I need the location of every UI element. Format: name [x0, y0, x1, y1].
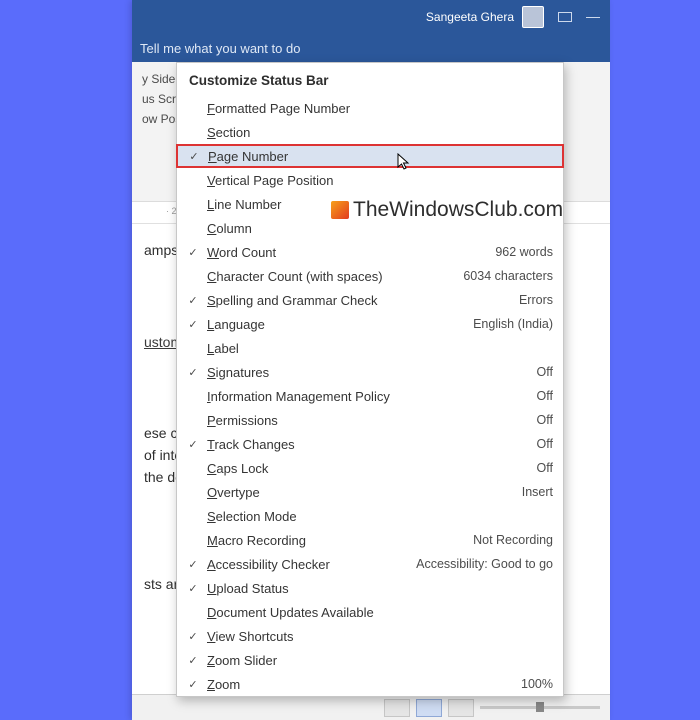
avatar — [522, 6, 544, 28]
watermark: TheWindowsClub.com — [331, 198, 563, 222]
menu-item-label: Overtype — [203, 485, 522, 500]
menu-item-value: Off — [537, 413, 553, 427]
menu-item-label: Label — [203, 341, 553, 356]
check-icon: ✓ — [183, 246, 203, 259]
watermark-icon — [331, 201, 349, 219]
mouse-cursor-icon — [397, 153, 411, 171]
title-bar: Sangeeta Ghera — [132, 0, 610, 34]
menu-item-overtype[interactable]: OvertypeInsert — [177, 480, 563, 504]
menu-item-value: 6034 characters — [463, 269, 553, 283]
menu-item-label[interactable]: Label — [177, 336, 563, 360]
menu-item-accessibility-checker[interactable]: ✓Accessibility CheckerAccessibility: Goo… — [177, 552, 563, 576]
check-icon: ✓ — [183, 678, 203, 691]
menu-item-information-management-policy[interactable]: Information Management PolicyOff — [177, 384, 563, 408]
check-icon: ✓ — [184, 150, 204, 163]
menu-item-label: Vertical Page Position — [203, 173, 553, 188]
menu-item-label: Language — [203, 317, 473, 332]
zoom-slider[interactable] — [480, 706, 600, 709]
menu-item-value: English (India) — [473, 317, 553, 331]
check-icon: ✓ — [183, 630, 203, 643]
menu-item-label: Signatures — [203, 365, 537, 380]
menu-item-label: Zoom Slider — [203, 653, 553, 668]
view-focus-button[interactable] — [384, 699, 410, 717]
menu-item-label: Column — [203, 221, 553, 236]
check-icon: ✓ — [183, 366, 203, 379]
menu-item-value: 100% — [521, 677, 553, 691]
watermark-text: TheWindowsClub.com — [353, 198, 563, 222]
check-icon: ✓ — [183, 438, 203, 451]
menu-item-label: Permissions — [203, 413, 537, 428]
menu-item-language[interactable]: ✓LanguageEnglish (India) — [177, 312, 563, 336]
menu-item-macro-recording[interactable]: Macro RecordingNot Recording — [177, 528, 563, 552]
menu-title: Customize Status Bar — [177, 63, 563, 96]
check-icon: ✓ — [183, 558, 203, 571]
menu-item-label: Information Management Policy — [203, 389, 537, 404]
view-print-layout-button[interactable] — [416, 699, 442, 717]
menu-item-label: Spelling and Grammar Check — [203, 293, 519, 308]
menu-item-signatures[interactable]: ✓SignaturesOff — [177, 360, 563, 384]
menu-item-label: Accessibility Checker — [203, 557, 416, 572]
menu-item-label: View Shortcuts — [203, 629, 553, 644]
menu-item-formatted-page-number[interactable]: Formatted Page Number — [177, 96, 563, 120]
menu-item-caps-lock[interactable]: Caps LockOff — [177, 456, 563, 480]
tell-me-placeholder: Tell me what you want to do — [140, 41, 300, 56]
menu-item-value: Not Recording — [473, 533, 553, 547]
menu-item-value: Off — [537, 389, 553, 403]
menu-item-track-changes[interactable]: ✓Track ChangesOff — [177, 432, 563, 456]
customize-status-bar-menu: Customize Status Bar Formatted Page Numb… — [176, 62, 564, 697]
menu-item-value: Off — [537, 437, 553, 451]
menu-item-label: Page Number — [204, 149, 552, 164]
menu-item-value: Off — [537, 461, 553, 475]
menu-item-value: Off — [537, 365, 553, 379]
menu-item-zoom-slider[interactable]: ✓Zoom Slider — [177, 648, 563, 672]
menu-item-value: Insert — [522, 485, 553, 499]
menu-item-label: Word Count — [203, 245, 495, 260]
menu-item-permissions[interactable]: PermissionsOff — [177, 408, 563, 432]
menu-item-value: Accessibility: Good to go — [416, 557, 553, 571]
view-web-layout-button[interactable] — [448, 699, 474, 717]
minimize-icon[interactable] — [586, 17, 600, 18]
menu-item-label: Character Count (with spaces) — [203, 269, 463, 284]
tell-me-search[interactable]: Tell me what you want to do — [132, 34, 610, 62]
menu-item-value: Errors — [519, 293, 553, 307]
menu-item-label: Upload Status — [203, 581, 553, 596]
ribbon-options-icon[interactable] — [558, 12, 572, 22]
user-name-label: Sangeeta Ghera — [426, 10, 514, 24]
menu-item-value: 962 words — [495, 245, 553, 259]
menu-item-document-updates-available[interactable]: Document Updates Available — [177, 600, 563, 624]
menu-item-zoom[interactable]: ✓Zoom100% — [177, 672, 563, 696]
check-icon: ✓ — [183, 582, 203, 595]
check-icon: ✓ — [183, 654, 203, 667]
menu-item-section[interactable]: Section — [177, 120, 563, 144]
menu-item-spelling-and-grammar-check[interactable]: ✓Spelling and Grammar CheckErrors — [177, 288, 563, 312]
menu-item-label: Document Updates Available — [203, 605, 553, 620]
menu-item-label: Section — [203, 125, 553, 140]
menu-item-view-shortcuts[interactable]: ✓View Shortcuts — [177, 624, 563, 648]
menu-item-vertical-page-position[interactable]: Vertical Page Position — [177, 168, 563, 192]
menu-item-word-count[interactable]: ✓Word Count962 words — [177, 240, 563, 264]
check-icon: ✓ — [183, 294, 203, 307]
menu-item-label: Macro Recording — [203, 533, 473, 548]
menu-item-label: Track Changes — [203, 437, 537, 452]
user-account[interactable]: Sangeeta Ghera — [426, 6, 544, 28]
check-icon: ✓ — [183, 318, 203, 331]
menu-item-upload-status[interactable]: ✓Upload Status — [177, 576, 563, 600]
menu-item-label: Zoom — [203, 677, 521, 692]
menu-item-label: Formatted Page Number — [203, 101, 553, 116]
menu-item-label: Caps Lock — [203, 461, 537, 476]
menu-item-label: Selection Mode — [203, 509, 553, 524]
status-bar — [132, 694, 610, 720]
menu-item-character-count-with-spaces-[interactable]: Character Count (with spaces)6034 charac… — [177, 264, 563, 288]
menu-item-selection-mode[interactable]: Selection Mode — [177, 504, 563, 528]
menu-item-page-number[interactable]: ✓Page Number — [176, 144, 564, 168]
